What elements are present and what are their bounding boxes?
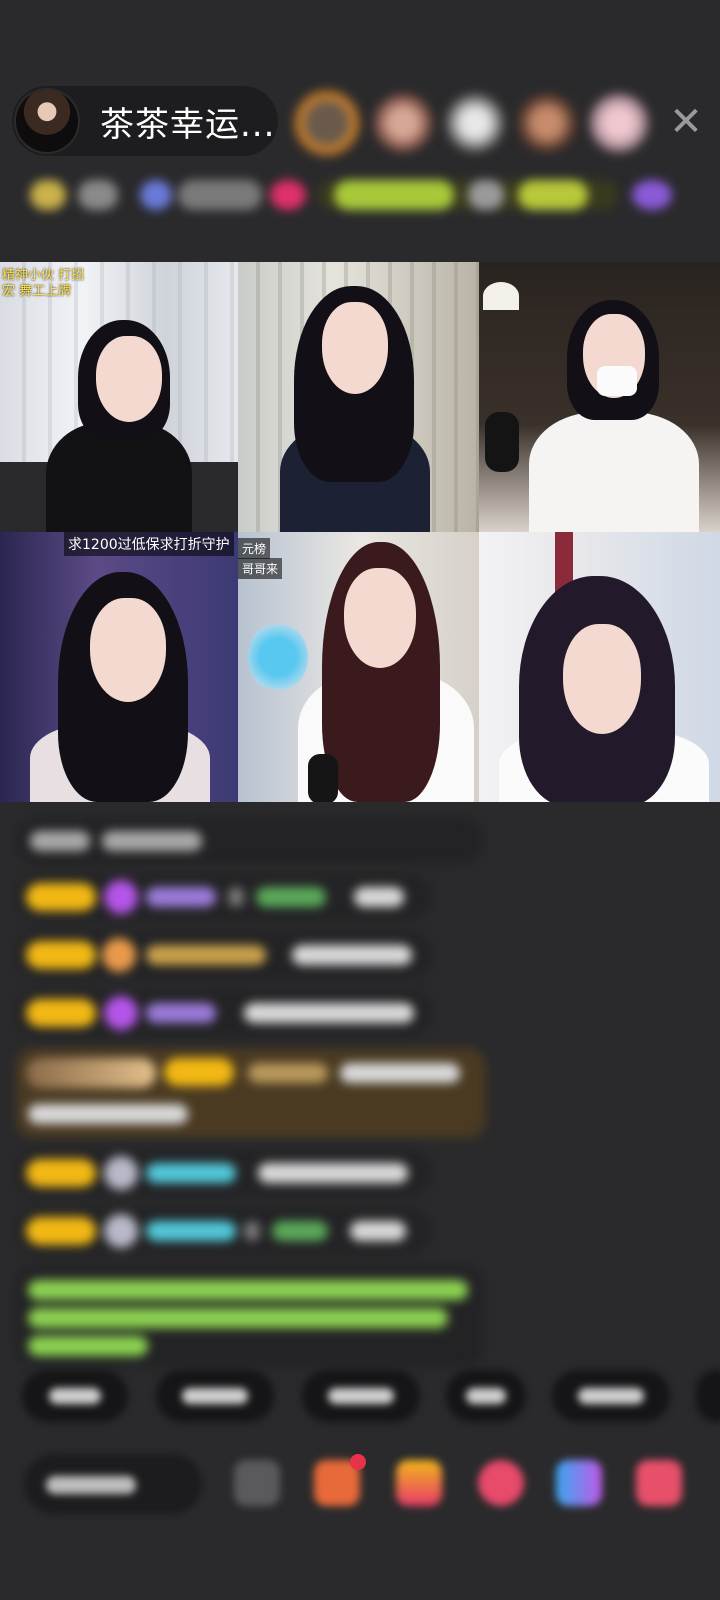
gift-icon[interactable] [636, 1460, 682, 1506]
user-icon [104, 1156, 138, 1190]
user-icon [104, 1214, 138, 1248]
chat-message [16, 818, 484, 864]
video-tile[interactable] [238, 262, 479, 532]
close-icon[interactable]: ✕ [664, 100, 708, 144]
viewer-avatar[interactable] [516, 92, 578, 154]
video-tile[interactable]: 求1200过低保求打折守护 [0, 532, 238, 802]
room-info-bar[interactable] [18, 172, 698, 218]
level-badge [26, 1217, 96, 1245]
quick-reply-chip[interactable] [696, 1370, 720, 1422]
chat-message[interactable] [16, 932, 432, 978]
diamond-icon [104, 880, 138, 914]
diamond-icon [104, 996, 138, 1030]
tile-caption: 元榜 [238, 538, 271, 559]
host-profile-pill[interactable]: 茶茶幸运... [12, 86, 278, 156]
level-badge [164, 1058, 234, 1086]
notification-dot [350, 1454, 366, 1470]
video-tile[interactable] [479, 532, 720, 802]
level-badge [26, 941, 96, 969]
tile-caption: 宏 舞工上牌 [2, 284, 72, 299]
badge-icon [102, 938, 136, 972]
heart-icon[interactable] [478, 1460, 524, 1506]
video-grid: 精神小伙 打招 宏 舞工上牌 求1200过低保求打折守护 元榜 哥哥来 [0, 262, 720, 802]
host-avatar[interactable] [16, 90, 78, 152]
system-notice [16, 1266, 484, 1366]
chat-message[interactable] [16, 1208, 432, 1254]
quick-reply-chip[interactable] [302, 1370, 420, 1422]
top-viewers-row [292, 88, 650, 158]
viewer-avatar[interactable] [588, 92, 650, 154]
video-tile[interactable] [479, 262, 720, 532]
viewer-avatar[interactable] [372, 92, 434, 154]
highlight-message[interactable] [16, 1048, 486, 1138]
viewer-avatar[interactable] [444, 92, 506, 154]
game-icon[interactable] [556, 1460, 602, 1506]
bottom-toolbar [24, 1448, 720, 1518]
level-badge [26, 883, 96, 911]
level-badge [26, 999, 96, 1027]
quick-reply-chip[interactable] [446, 1370, 526, 1422]
quick-reply-row [22, 1370, 720, 1426]
video-tile[interactable]: 精神小伙 打招 宏 舞工上牌 [0, 262, 238, 532]
video-tile[interactable]: 元榜 哥哥来 [238, 532, 479, 802]
tile-caption: 求1200过低保求打折守护 [64, 532, 234, 556]
chat-message[interactable] [16, 1150, 432, 1196]
chat-message[interactable] [16, 874, 432, 920]
host-name: 茶茶幸运... [100, 104, 276, 145]
level-badge [26, 1159, 96, 1187]
tile-caption: 哥哥来 [238, 558, 283, 579]
treasure-icon[interactable] [396, 1460, 442, 1506]
quick-reply-chip[interactable] [552, 1370, 670, 1422]
chat-input[interactable] [24, 1454, 202, 1514]
quick-reply-chip[interactable] [156, 1370, 274, 1422]
emoji-icon[interactable] [234, 1460, 280, 1506]
quick-reply-chip[interactable] [22, 1370, 128, 1422]
viewer-avatar[interactable] [292, 88, 362, 158]
chat-message[interactable] [16, 990, 432, 1036]
